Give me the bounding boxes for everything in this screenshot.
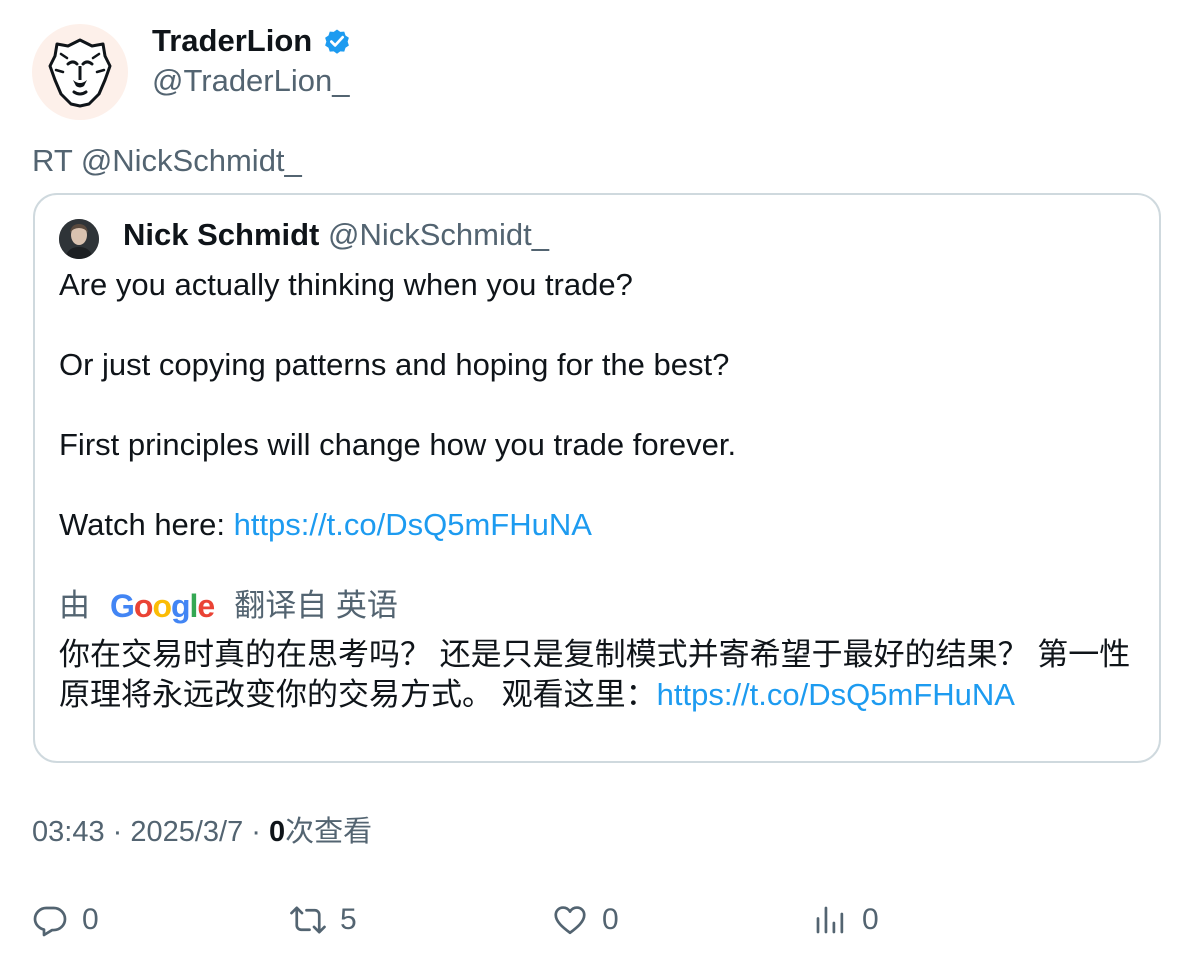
tweet-date[interactable]: 2025/3/7 [130,816,243,848]
lion-logo-icon [48,38,112,108]
quoted-text-line-2: Or just copying patterns and hoping for … [59,347,730,382]
author-avatar[interactable] [32,24,128,120]
translation-suffix: 翻译自 英语 [234,588,398,623]
reply-icon [33,906,67,937]
translated-text: 你在交易时真的在思考吗？ 还是只是复制模式并寄希望于最好的结果？ 第一性原理将永… [59,635,1149,715]
translation-prefix: 由 [59,588,90,623]
meta-separator: · [104,816,131,848]
quoted-text-line-4: Watch here: https://t.co/DsQ5mFHuNA [59,505,592,545]
author-name-text[interactable]: TraderLion [152,22,312,60]
meta-separator: · [243,816,270,848]
author-handle[interactable]: @TraderLion_ [152,62,349,100]
heart-icon [554,906,586,935]
like-button[interactable]: 0 [552,898,619,942]
quoted-author-line[interactable]: Nick Schmidt @NickSchmidt_ [123,215,549,255]
quoted-author-name[interactable]: Nick Schmidt [123,217,319,252]
watch-here-label: Watch here: [59,507,234,542]
quoted-author-handle[interactable]: @NickSchmidt_ [328,217,549,252]
author-display-name[interactable]: TraderLion [152,22,352,60]
video-link[interactable]: https://t.co/DsQ5mFHuNA [234,507,592,542]
views-count: 0 [269,816,286,848]
views-action-count: 0 [862,903,879,936]
retweet-icon [290,906,326,934]
verified-badge-icon [325,29,350,54]
person-photo-icon [59,219,99,259]
translated-video-link[interactable]: https://t.co/DsQ5mFHuNA [657,677,1015,712]
views-label: 次查看 [285,816,373,848]
action-bar: 0 5 0 0 [32,898,1132,942]
analytics-icon [816,906,844,934]
tweet-meta: 03:43 · 2025/3/7 · 0次查看 [32,812,372,852]
quoted-text-line-1: Are you actually thinking when you trade… [59,267,633,302]
tweet-time[interactable]: 03:43 [32,816,105,848]
retweet-count: 5 [340,903,357,936]
retweet-line: RT @NickSchmidt_ [32,143,302,178]
reply-count: 0 [82,903,99,936]
translation-attribution: 由 Google 翻译自 英语 [59,586,398,626]
views-button[interactable]: 0 [812,898,879,942]
reply-button[interactable]: 0 [32,898,99,942]
google-logo: Google [110,588,215,624]
like-count: 0 [602,903,619,936]
retweet-button[interactable]: 5 [290,898,357,942]
quoted-tweet-card[interactable]: Nick Schmidt @NickSchmidt_ Are you actua… [33,193,1161,763]
quoted-text-line-3: First principles will change how you tra… [59,427,737,462]
quoted-author-avatar[interactable] [59,219,99,259]
